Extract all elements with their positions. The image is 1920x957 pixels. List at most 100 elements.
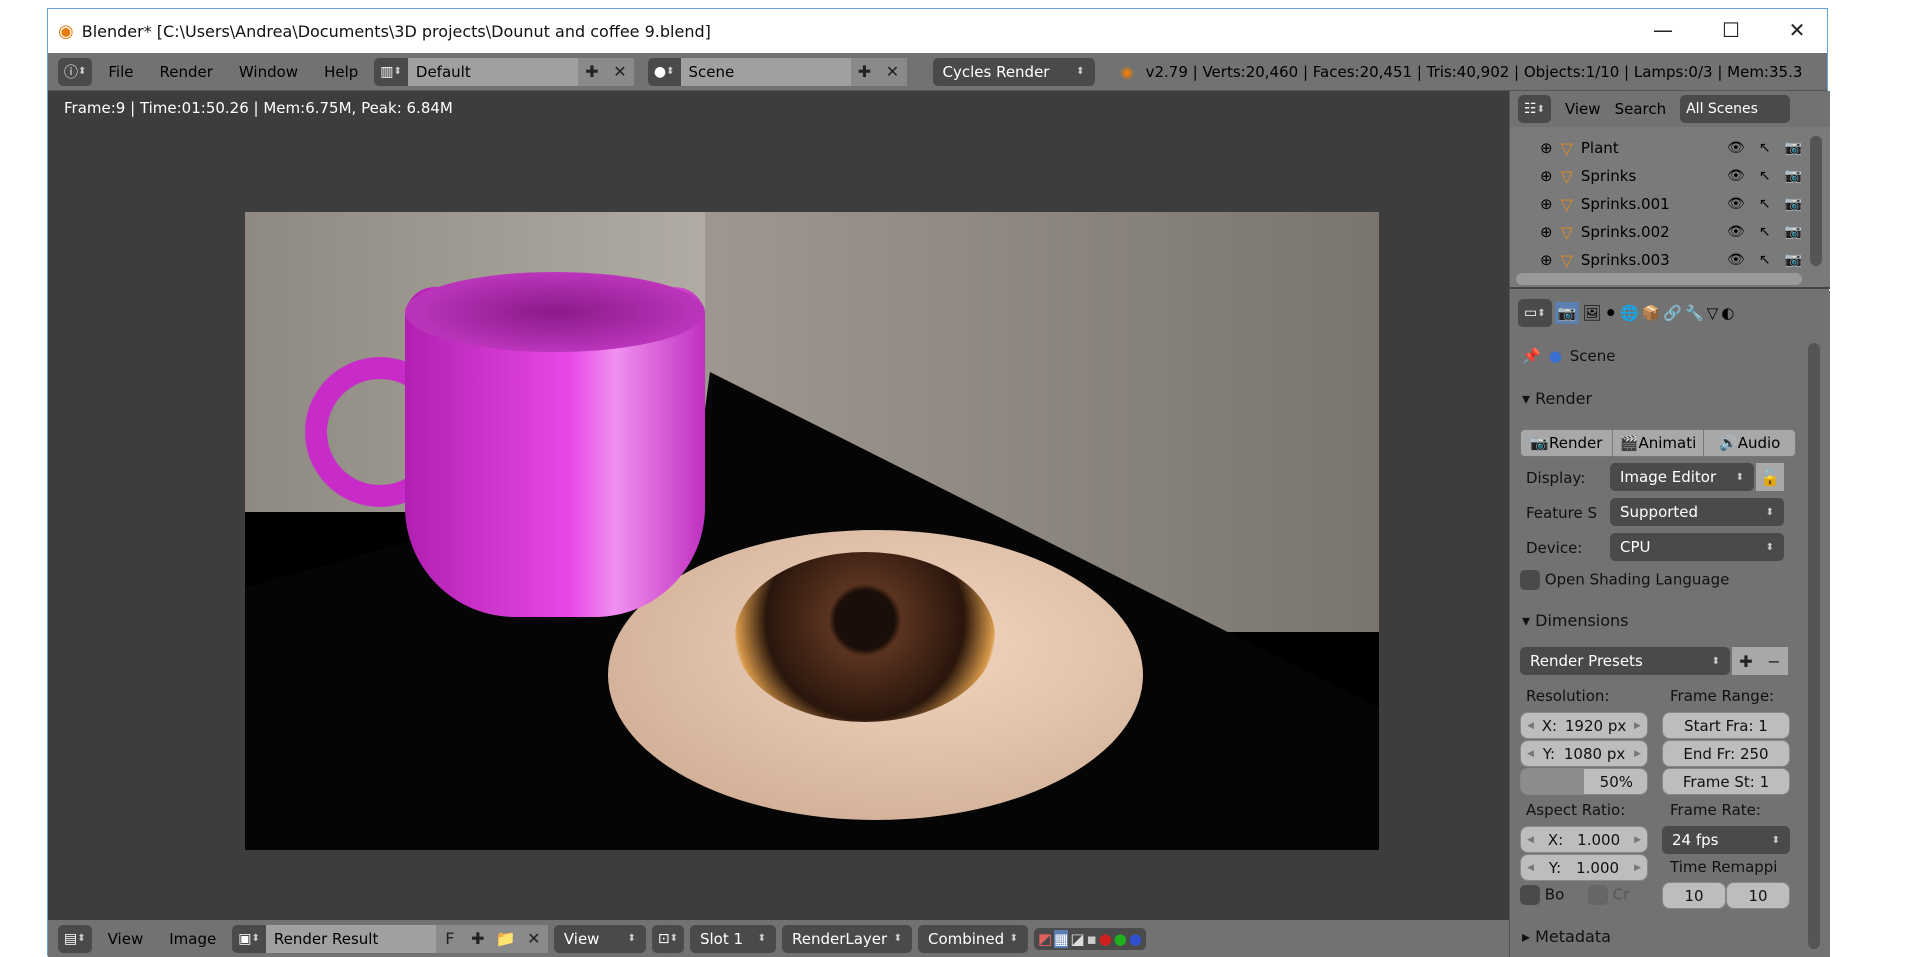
browse-image-button[interactable]: ▣ ⬍ xyxy=(232,924,266,953)
render-engine-dropdown[interactable]: Cycles Render ⬍ xyxy=(932,57,1095,86)
properties-editor-type-button[interactable]: ▭ ⬍ xyxy=(1518,299,1552,327)
pin-icon[interactable]: 📌 xyxy=(1522,347,1541,365)
color-alpha-icon[interactable]: ◩ xyxy=(1038,930,1052,948)
camera-icon[interactable]: 📷 xyxy=(1785,252,1802,268)
tab-constraints[interactable]: 🔗 xyxy=(1663,304,1682,322)
eye-icon[interactable]: 👁 xyxy=(1727,224,1745,240)
outliner-vertical-scrollbar[interactable] xyxy=(1810,136,1822,266)
dimensions-panel-header[interactable]: ▾ Dimensions xyxy=(1522,611,1629,630)
remove-preset-button[interactable]: − xyxy=(1760,647,1788,675)
render-layer-dropdown[interactable]: RenderLayer ⬍ xyxy=(781,924,912,953)
scene-selector[interactable]: ● ⬍ xyxy=(647,57,681,86)
color-icon[interactable]: ▦ xyxy=(1054,929,1069,948)
menu-image[interactable]: Image xyxy=(159,930,226,948)
outliner-editor-type-button[interactable]: ☷ ⬍ xyxy=(1518,95,1551,123)
render-animation-button[interactable]: 🎬 Animati xyxy=(1613,430,1705,456)
resolution-x-field[interactable]: ◀ X: 1920 px ▶ xyxy=(1520,712,1648,739)
render-pass-dropdown[interactable]: Combined ⬍ xyxy=(917,924,1028,953)
resolution-percentage-slider[interactable]: 50% xyxy=(1520,768,1648,795)
properties-scrollbar[interactable] xyxy=(1808,343,1820,949)
fake-user-button[interactable]: F xyxy=(435,924,464,953)
blue-channel-icon[interactable]: ● xyxy=(1129,930,1142,948)
outliner-item[interactable]: ⊕ ▽ Sprinks.002 👁 ↖ 📷 xyxy=(1510,218,1810,246)
aspect-x-field[interactable]: ◀ X: 1.000 ▶ xyxy=(1520,826,1648,853)
outliner-item[interactable]: ⊕ ▽ Plant 👁 ↖ 📷 xyxy=(1510,134,1810,162)
border-checkbox[interactable]: Bo xyxy=(1520,885,1564,905)
resolution-y-field[interactable]: ◀ Y: 1080 px ▶ xyxy=(1520,740,1648,767)
eye-icon[interactable]: 👁 xyxy=(1727,140,1745,156)
image-editor-viewport[interactable]: Frame:9 | Time:01:50.26 | Mem:6.75M, Pea… xyxy=(48,91,1509,920)
pivot-button[interactable]: ⊡ ⬍ xyxy=(651,924,684,953)
menu-render[interactable]: Render xyxy=(150,63,223,81)
osl-checkbox[interactable]: Open Shading Language xyxy=(1520,570,1729,590)
device-dropdown[interactable]: CPU ⬍ xyxy=(1610,533,1784,561)
time-remap-new-field[interactable]: 10 xyxy=(1726,882,1790,909)
red-channel-icon[interactable]: ● xyxy=(1099,930,1112,948)
render-audio-button[interactable]: 🔊 Audio xyxy=(1704,430,1795,456)
delete-layout-button[interactable]: ✕ xyxy=(605,57,634,86)
menu-file[interactable]: File xyxy=(98,63,143,81)
menu-window[interactable]: Window xyxy=(229,63,308,81)
tab-modifiers[interactable]: 🔧 xyxy=(1685,304,1704,322)
cursor-icon[interactable]: ↖ xyxy=(1759,224,1771,240)
add-layout-button[interactable]: ✚ xyxy=(577,57,606,86)
end-frame-field[interactable]: End Fr: 250 xyxy=(1662,740,1790,767)
tab-material[interactable]: ◐ xyxy=(1721,304,1734,322)
unlink-image-button[interactable]: ✕ xyxy=(519,924,548,953)
render-image-button[interactable]: 📷 Render xyxy=(1521,430,1613,456)
aspect-y-field[interactable]: ◀ Y: 1.000 ▶ xyxy=(1520,854,1648,881)
alpha-icon[interactable]: ◪ xyxy=(1070,930,1084,948)
render-presets-dropdown[interactable]: Render Presets ⬍ xyxy=(1520,647,1730,675)
metadata-panel-header[interactable]: ▸ Metadata xyxy=(1522,927,1611,946)
close-button[interactable]: ✕ xyxy=(1772,15,1822,45)
tab-world[interactable]: 🌐 xyxy=(1620,304,1639,322)
menu-view[interactable]: View xyxy=(98,930,154,948)
new-image-button[interactable]: ✚ xyxy=(463,924,492,953)
start-frame-field[interactable]: Start Fra: 1 xyxy=(1662,712,1790,739)
camera-icon[interactable]: 📷 xyxy=(1785,224,1802,240)
z-buffer-icon[interactable]: ▪ xyxy=(1087,930,1097,948)
layout-name-field[interactable]: Default xyxy=(407,57,578,86)
outliner-item[interactable]: ⊕ ▽ Sprinks.003 👁 ↖ 📷 xyxy=(1510,246,1810,274)
eye-icon[interactable]: 👁 xyxy=(1727,252,1745,268)
camera-icon[interactable]: 📷 xyxy=(1785,168,1802,184)
cursor-icon[interactable]: ↖ xyxy=(1759,196,1771,212)
camera-icon[interactable]: 📷 xyxy=(1785,140,1802,156)
outliner-horizontal-scrollbar[interactable] xyxy=(1516,273,1802,285)
camera-icon[interactable]: 📷 xyxy=(1785,196,1802,212)
add-preset-button[interactable]: ✚ xyxy=(1732,647,1760,675)
tab-render[interactable]: 📷 xyxy=(1554,302,1580,324)
scene-name-field[interactable]: Scene xyxy=(680,57,851,86)
view-mode-dropdown[interactable]: View ⬍ xyxy=(553,924,646,953)
green-channel-icon[interactable]: ● xyxy=(1114,930,1127,948)
frame-rate-dropdown[interactable]: 24 fps ⬍ xyxy=(1662,826,1790,854)
maximize-button[interactable]: ☐ xyxy=(1706,15,1756,45)
time-remap-old-field[interactable]: 10 xyxy=(1662,882,1726,909)
outliner-item[interactable]: ⊕ ▽ Sprinks.001 👁 ↖ 📷 xyxy=(1510,190,1810,218)
outliner-search-menu[interactable]: Search xyxy=(1615,100,1667,118)
slot-dropdown[interactable]: Slot 1 ⬍ xyxy=(689,924,776,953)
display-dropdown[interactable]: Image Editor ⬍ xyxy=(1610,463,1754,491)
cursor-icon[interactable]: ↖ xyxy=(1759,140,1771,156)
outliner-display-mode-dropdown[interactable]: All Scenes xyxy=(1680,95,1791,123)
tab-scene[interactable]: ⚫ xyxy=(1604,304,1617,322)
image-name-field[interactable]: Render Result xyxy=(265,924,436,953)
cursor-icon[interactable]: ↖ xyxy=(1759,252,1771,268)
outliner-view-menu[interactable]: View xyxy=(1565,100,1601,118)
tab-data[interactable]: ▽ xyxy=(1707,304,1719,322)
eye-icon[interactable]: 👁 xyxy=(1727,196,1745,212)
eye-icon[interactable]: 👁 xyxy=(1727,168,1745,184)
feature-set-dropdown[interactable]: Supported ⬍ xyxy=(1610,498,1784,526)
crop-checkbox[interactable]: Cr xyxy=(1588,885,1629,905)
minimize-button[interactable]: — xyxy=(1638,15,1688,45)
render-panel-header[interactable]: ▾ Render xyxy=(1522,389,1592,408)
editor-type-info-button[interactable]: ⓘ ⬍ xyxy=(58,57,93,86)
frame-step-field[interactable]: Frame St: 1 xyxy=(1662,768,1790,795)
outliner-item[interactable]: ⊕ ▽ Sprinks 👁 ↖ 📷 xyxy=(1510,162,1810,190)
editor-type-button[interactable]: ▤ ⬍ xyxy=(58,924,92,953)
lock-interface-button[interactable]: 🔓 xyxy=(1756,463,1784,491)
delete-scene-button[interactable]: ✕ xyxy=(878,57,907,86)
tab-render-layers[interactable]: 🖼 xyxy=(1582,304,1601,322)
screen-layout-selector[interactable]: ▥ ⬍ xyxy=(374,57,408,86)
menu-help[interactable]: Help xyxy=(314,63,368,81)
